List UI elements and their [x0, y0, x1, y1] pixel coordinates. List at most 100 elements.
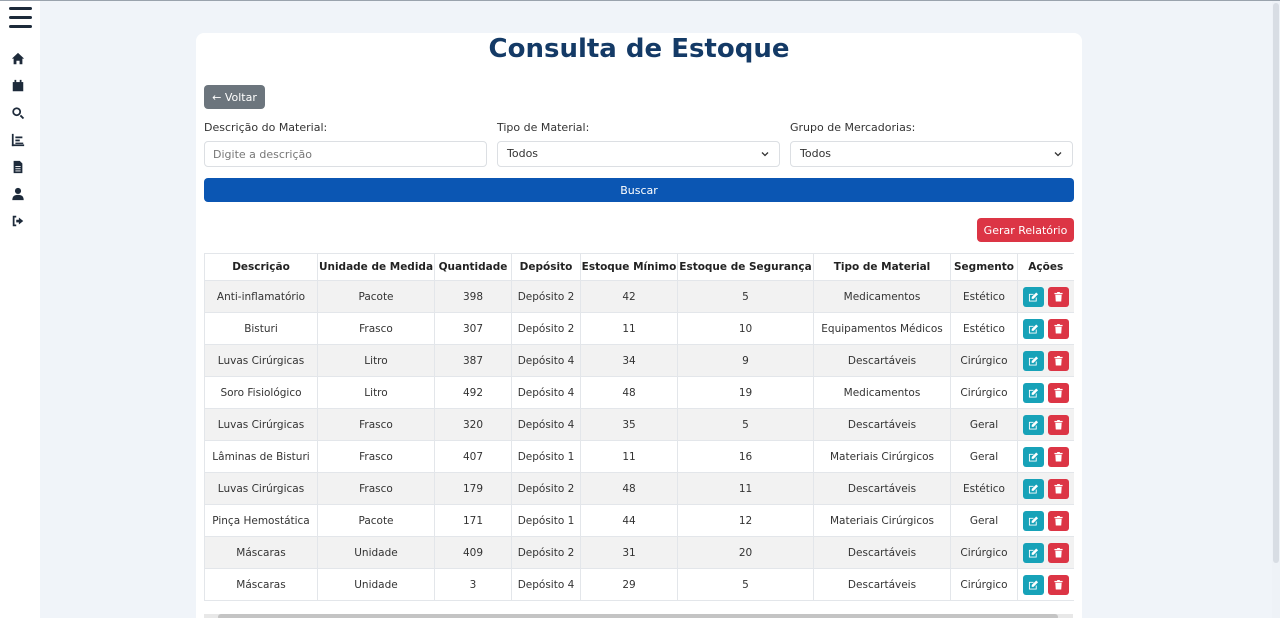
- trash-icon[interactable]: [1047, 286, 1069, 307]
- table-cell: 10: [677, 312, 814, 345]
- table-cell: 19: [677, 376, 814, 409]
- vertical-scrollbar[interactable]: [1272, 1, 1280, 618]
- table-cell: Máscaras: [204, 536, 318, 569]
- edit-icon[interactable]: [1022, 318, 1044, 339]
- table-cell: 29: [580, 568, 678, 601]
- calendar-icon[interactable]: [11, 79, 25, 93]
- table-cell: Frasco: [317, 440, 435, 473]
- table-cell: 12: [677, 504, 814, 537]
- trash-icon[interactable]: [1047, 414, 1069, 435]
- table-cell: Estético: [950, 280, 1018, 313]
- generate-report-button[interactable]: Gerar Relatório: [977, 218, 1074, 242]
- column-header: Ações: [1017, 253, 1074, 281]
- menu-toggle-icon[interactable]: [9, 7, 32, 29]
- table-cell: Máscaras: [204, 568, 318, 601]
- user-icon[interactable]: [11, 187, 25, 201]
- stock-query-card: Consulta de Estoque ← Voltar Descrição d…: [196, 33, 1082, 618]
- table-row: Máscaras Unidade 409 Depósito 2 31 20 Descartá…: [204, 536, 1074, 569]
- table-cell: Geral: [950, 504, 1018, 537]
- edit-icon[interactable]: [1022, 446, 1044, 467]
- window-top-border: [0, 0, 1280, 1]
- trash-icon[interactable]: [1047, 574, 1069, 595]
- trash-icon[interactable]: [1047, 350, 1069, 371]
- column-header[interactable]: Quantidade: [434, 253, 512, 281]
- table-cell: Cirúrgico: [950, 344, 1018, 377]
- table-cell: Geral: [950, 440, 1018, 473]
- table-cell: Soro Fisiológico: [204, 376, 318, 409]
- edit-icon[interactable]: [1022, 350, 1044, 371]
- trash-icon[interactable]: [1047, 542, 1069, 563]
- logout-icon[interactable]: [11, 214, 25, 228]
- column-header[interactable]: Segmento: [950, 253, 1018, 281]
- table-cell: Luvas Cirúrgicas: [204, 344, 318, 377]
- table-cell: 48: [580, 376, 678, 409]
- table-cell: Bisturi: [204, 312, 318, 345]
- table-row: Luvas Cirúrgicas Litro 387 Depósito 4 34 9 Des…: [204, 344, 1074, 377]
- table-cell: Materiais Cirúrgicos: [813, 440, 951, 473]
- table-cell: Anti-inflamatório: [204, 280, 318, 313]
- edit-icon[interactable]: [1022, 574, 1044, 595]
- goods-group-label: Grupo de Mercadorias:: [790, 121, 916, 134]
- trash-icon[interactable]: [1047, 510, 1069, 531]
- column-header[interactable]: Estoque de Segurança: [677, 253, 814, 281]
- search-icon[interactable]: [11, 106, 25, 120]
- goods-group-value: Todos: [800, 147, 832, 160]
- table-cell: Descartáveis: [813, 472, 951, 505]
- table-cell: Depósito 4: [511, 376, 581, 409]
- trash-icon[interactable]: [1047, 446, 1069, 467]
- table-cell: Medicamentos: [813, 280, 951, 313]
- page-title: Consulta de Estoque: [488, 34, 790, 64]
- column-header[interactable]: Unidade de Medida: [317, 253, 435, 281]
- horizontal-scrollbar[interactable]: [204, 614, 1073, 618]
- table-cell: Cirúrgico: [950, 376, 1018, 409]
- sidebar: [0, 1, 40, 618]
- row-actions: [1017, 568, 1074, 601]
- edit-icon[interactable]: [1022, 382, 1044, 403]
- table-cell: 179: [434, 472, 512, 505]
- table-cell: 11: [580, 312, 678, 345]
- edit-icon[interactable]: [1022, 510, 1044, 531]
- table-cell: Depósito 4: [511, 344, 581, 377]
- column-header[interactable]: Descrição: [204, 253, 318, 281]
- table-cell: Depósito 2: [511, 472, 581, 505]
- bar-chart-icon[interactable]: [11, 133, 25, 147]
- chevron-down-icon: [1054, 150, 1062, 158]
- column-header[interactable]: Tipo de Material: [813, 253, 951, 281]
- trash-icon[interactable]: [1047, 382, 1069, 403]
- stock-table: Descrição Unidade de Medida Quantidade D…: [204, 253, 1074, 601]
- goods-group-select[interactable]: Todos: [790, 141, 1073, 167]
- edit-icon[interactable]: [1022, 414, 1044, 435]
- table-cell: Cirúrgico: [950, 536, 1018, 569]
- description-input[interactable]: [204, 141, 487, 167]
- table-cell: 34: [580, 344, 678, 377]
- table-cell: Depósito 1: [511, 440, 581, 473]
- table-cell: Geral: [950, 408, 1018, 441]
- table-cell: 409: [434, 536, 512, 569]
- table-cell: Litro: [317, 344, 435, 377]
- search-button[interactable]: Buscar: [204, 178, 1074, 202]
- material-type-value: Todos: [507, 147, 539, 160]
- table-cell: Cirúrgico: [950, 568, 1018, 601]
- trash-icon[interactable]: [1047, 318, 1069, 339]
- description-label: Descrição do Material:: [204, 121, 328, 134]
- table-cell: 31: [580, 536, 678, 569]
- edit-icon[interactable]: [1022, 286, 1044, 307]
- trash-icon[interactable]: [1047, 478, 1069, 499]
- edit-icon[interactable]: [1022, 478, 1044, 499]
- material-type-select[interactable]: Todos: [497, 141, 780, 167]
- document-icon[interactable]: [11, 160, 25, 174]
- table-cell: Depósito 4: [511, 568, 581, 601]
- column-header[interactable]: Estoque Mínimo: [580, 253, 678, 281]
- table-cell: 171: [434, 504, 512, 537]
- back-button[interactable]: ← Voltar: [204, 85, 265, 109]
- row-actions: [1017, 536, 1074, 569]
- home-icon[interactable]: [11, 52, 25, 66]
- table-cell: 11: [677, 472, 814, 505]
- edit-icon[interactable]: [1022, 542, 1044, 563]
- table-cell: 3: [434, 568, 512, 601]
- column-header[interactable]: Depósito: [511, 253, 581, 281]
- horizontal-scrollbar-thumb[interactable]: [218, 614, 1058, 618]
- vertical-scrollbar-thumb[interactable]: [1273, 3, 1279, 563]
- row-actions: [1017, 344, 1074, 377]
- table-cell: Frasco: [317, 408, 435, 441]
